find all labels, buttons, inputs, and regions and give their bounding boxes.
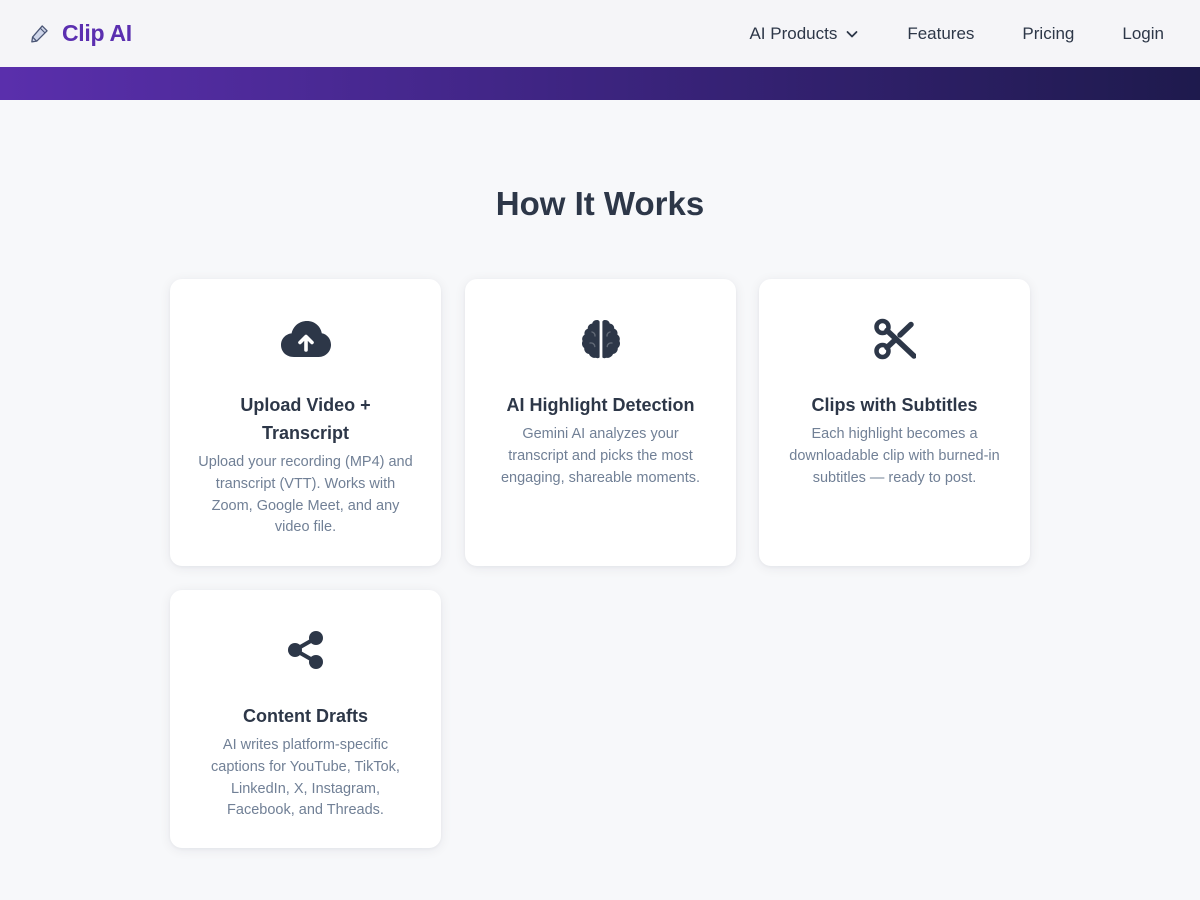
share-icon (287, 631, 323, 669)
nav-ai-products-dropdown[interactable]: AI Products (749, 24, 859, 44)
feature-card-ai-highlight: AI Highlight Detection Gemini AI analyze… (465, 279, 736, 566)
feature-card-description: Each highlight becomes a downloadable cl… (789, 426, 1000, 486)
nav-links: AI Products Features Pricing Login (749, 24, 1164, 44)
feature-card-upload: Upload Video + Transcript Upload your re… (170, 279, 441, 566)
brain-icon (581, 320, 620, 359)
navbar: Clip AI AI Products Features Pricing Log… (0, 0, 1200, 67)
brand-name: Clip AI (62, 20, 132, 46)
nav-login-link[interactable]: Login (1122, 24, 1164, 44)
nav-features-link[interactable]: Features (907, 24, 974, 44)
feature-card-description: AI writes platform-specific captions for… (211, 737, 400, 819)
section-title: How It Works (495, 185, 705, 222)
feature-card-description: Gemini AI analyzes your transcript and p… (500, 426, 701, 486)
feature-card-title: Content Drafts (243, 706, 368, 726)
feature-card-title: AI Highlight Detection (506, 395, 695, 415)
chevron-down-icon (846, 30, 858, 37)
brand-logo-link[interactable]: Clip AI (28, 20, 132, 47)
nav-pricing-link[interactable]: Pricing (1022, 24, 1074, 44)
feature-card-title: Clips with Subtitles (811, 395, 978, 415)
feature-card-content-drafts: Content Drafts AI writes platform-specif… (170, 590, 441, 848)
cloud-upload-icon (280, 321, 331, 357)
feature-card-clips: Clips with Subtitles Each highlight beco… (759, 279, 1030, 566)
pen-icon (31, 24, 48, 43)
scissors-icon (873, 318, 916, 360)
header-gradient-band (0, 67, 1200, 100)
feature-card-title: Upload Video + Transcript (240, 395, 371, 443)
feature-card-description: Upload your recording (MP4) and transcri… (198, 454, 413, 536)
nav-ai-products-label: AI Products (749, 23, 838, 43)
